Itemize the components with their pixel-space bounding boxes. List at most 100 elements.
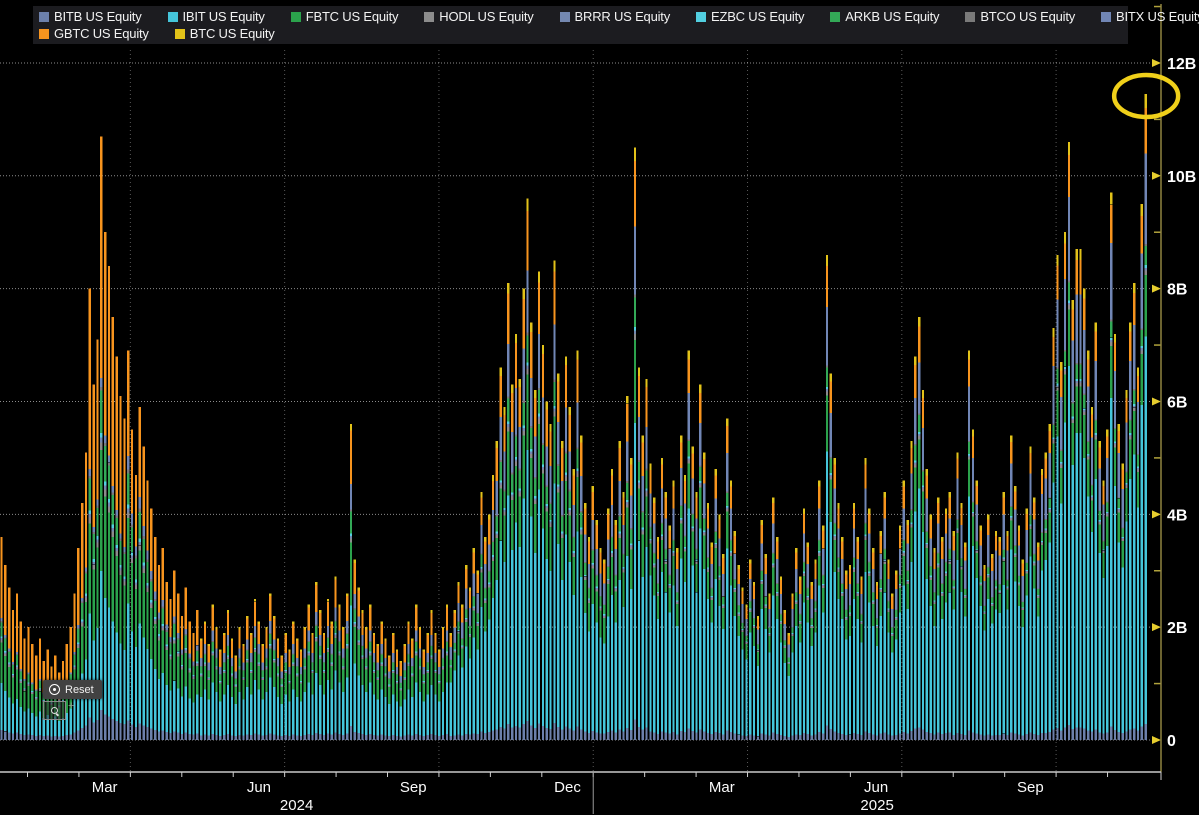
bar-segment[interactable] <box>73 665 75 666</box>
bar-segment[interactable] <box>35 699 37 716</box>
bar-segment[interactable] <box>745 643 747 644</box>
bar-segment[interactable] <box>1079 728 1081 740</box>
bar-segment[interactable] <box>189 734 191 740</box>
bar-segment[interactable] <box>853 570 855 572</box>
bar-segment[interactable] <box>116 551 118 556</box>
bar-segment[interactable] <box>384 641 386 658</box>
bar-segment[interactable] <box>1010 516 1012 517</box>
bar-segment[interactable] <box>630 730 632 740</box>
bar-segment[interactable] <box>976 541 978 542</box>
bar-segment[interactable] <box>1068 300 1070 302</box>
bar-segment[interactable] <box>749 610 751 611</box>
bar-segment[interactable] <box>338 652 340 653</box>
bar-segment[interactable] <box>665 498 667 519</box>
bar-segment[interactable] <box>596 588 598 589</box>
bar-segment[interactable] <box>1087 455 1089 457</box>
bar-segment[interactable] <box>818 732 820 740</box>
volume-chart[interactable]: 02B4B6B8B10B12BMarJunSepDecMarJunSep2024… <box>0 0 1199 815</box>
bar-segment[interactable] <box>837 558 839 568</box>
bar-segment[interactable] <box>1064 352 1066 367</box>
bar-segment[interactable] <box>1110 205 1112 243</box>
bar-segment[interactable] <box>281 685 283 686</box>
bar-segment[interactable] <box>373 653 375 662</box>
bar-segment[interactable] <box>1045 733 1047 740</box>
bar-segment[interactable] <box>1026 509 1028 514</box>
bar-segment[interactable] <box>841 596 843 619</box>
bar-segment[interactable] <box>1095 361 1097 420</box>
bar-segment[interactable] <box>465 609 467 618</box>
bar-segment[interactable] <box>154 619 156 621</box>
bar-segment[interactable] <box>638 541 640 727</box>
bar-segment[interactable] <box>734 592 736 616</box>
bar-segment[interactable] <box>576 360 578 403</box>
bar-segment[interactable] <box>262 646 264 662</box>
bar-segment[interactable] <box>365 658 367 659</box>
bar-segment[interactable] <box>922 485 924 487</box>
bar-segment[interactable] <box>515 523 517 726</box>
bar-segment[interactable] <box>565 473 567 475</box>
bar-segment[interactable] <box>745 636 747 637</box>
bar-segment[interactable] <box>588 537 590 542</box>
bar-segment[interactable] <box>814 601 816 602</box>
bar-segment[interactable] <box>1041 494 1043 532</box>
bar-segment[interactable] <box>384 675 386 676</box>
bar-segment[interactable] <box>930 566 932 567</box>
bar-segment[interactable] <box>469 625 471 626</box>
bar-segment[interactable] <box>937 733 939 740</box>
bar-segment[interactable] <box>1052 483 1054 730</box>
bar-segment[interactable] <box>227 655 229 656</box>
bar-segment[interactable] <box>826 389 828 391</box>
bar-segment[interactable] <box>837 529 839 557</box>
bar-segment[interactable] <box>576 469 578 471</box>
bar-segment[interactable] <box>250 663 252 671</box>
bar-segment[interactable] <box>895 589 897 609</box>
bar-segment[interactable] <box>1037 735 1039 740</box>
bar-segment[interactable] <box>39 681 41 682</box>
bar-segment[interactable] <box>876 646 878 735</box>
bar-segment[interactable] <box>634 295 636 298</box>
bar-segment[interactable] <box>277 658 279 666</box>
bar-segment[interactable] <box>331 665 333 666</box>
bar-segment[interactable] <box>983 612 985 613</box>
bar-segment[interactable] <box>834 540 836 572</box>
bar-segment[interactable] <box>262 670 264 671</box>
bar-segment[interactable] <box>780 614 782 621</box>
bar-segment[interactable] <box>473 733 475 740</box>
bar-segment[interactable] <box>465 734 467 740</box>
bar-segment[interactable] <box>488 732 490 740</box>
bar-segment[interactable] <box>480 553 482 554</box>
bar-segment[interactable] <box>242 644 244 646</box>
bar-segment[interactable] <box>1141 727 1143 740</box>
bar-segment[interactable] <box>119 534 121 539</box>
bar-segment[interactable] <box>584 575 586 576</box>
bar-segment[interactable] <box>991 605 993 606</box>
bar-segment[interactable] <box>895 617 897 618</box>
bar-segment[interactable] <box>143 563 145 566</box>
bar-segment[interactable] <box>811 628 813 646</box>
bar-segment[interactable] <box>730 551 732 552</box>
bar-segment[interactable] <box>569 512 571 515</box>
bar-segment[interactable] <box>492 555 494 557</box>
bar-segment[interactable] <box>845 735 847 740</box>
bar-segment[interactable] <box>162 607 164 609</box>
bar-segment[interactable] <box>66 713 68 735</box>
bar-segment[interactable] <box>826 387 828 389</box>
bar-segment[interactable] <box>976 551 978 553</box>
bar-segment[interactable] <box>749 601 751 602</box>
bar-segment[interactable] <box>841 583 843 584</box>
bar-segment[interactable] <box>676 600 678 601</box>
bar-segment[interactable] <box>980 584 982 586</box>
bar-segment[interactable] <box>657 542 659 559</box>
bar-segment[interactable] <box>1129 421 1131 434</box>
bar-segment[interactable] <box>649 527 651 528</box>
bar-segment[interactable] <box>62 718 64 736</box>
bar-segment[interactable] <box>538 414 540 417</box>
bar-segment[interactable] <box>830 522 832 729</box>
bar-segment[interactable] <box>231 697 233 736</box>
bar-segment[interactable] <box>23 679 25 681</box>
bar-segment[interactable] <box>695 549 697 559</box>
bar-segment[interactable] <box>93 569 95 640</box>
bar-segment[interactable] <box>300 681 302 682</box>
bar-segment[interactable] <box>983 631 985 736</box>
bar-segment[interactable] <box>834 523 836 534</box>
